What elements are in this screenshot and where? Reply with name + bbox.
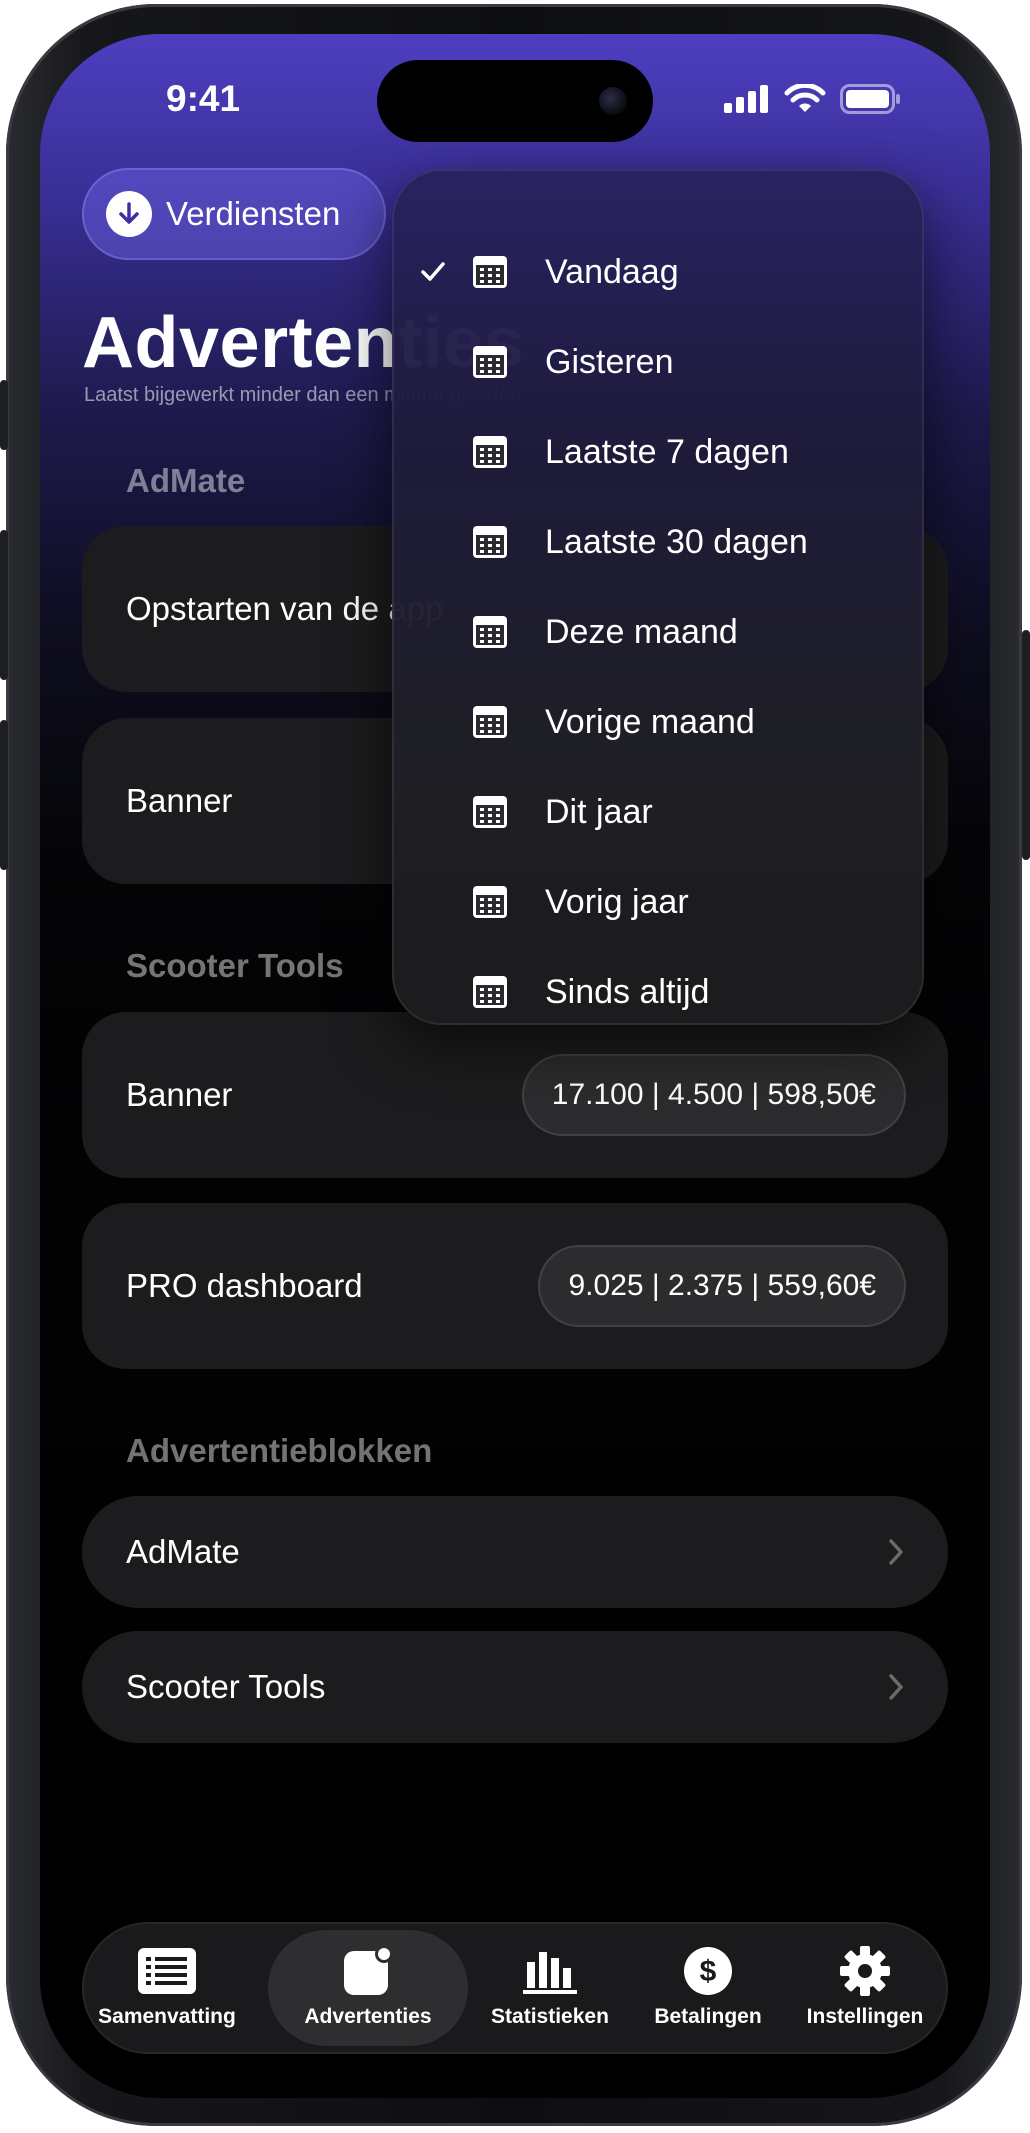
date-range-menu: Vandaag Gisteren Laatste 7 dagen Laatste… xyxy=(392,169,924,1025)
gear-icon xyxy=(839,1946,891,1996)
menu-item-yesterday[interactable]: Gisteren xyxy=(392,317,924,407)
calendar-icon xyxy=(473,706,507,738)
tab-label: Advertenties xyxy=(304,2005,432,2028)
ad-block-label: Scooter Tools xyxy=(126,1668,326,1705)
ad-block-row[interactable]: Scooter Tools xyxy=(82,1631,948,1743)
menu-item-last-30-days[interactable]: Laatste 30 dagen xyxy=(392,497,924,587)
calendar-icon xyxy=(473,526,507,558)
cellular-signal-icon xyxy=(724,85,768,113)
bar-chart-icon xyxy=(523,1947,577,1995)
menu-item-label: Laatste 7 dagen xyxy=(545,432,789,471)
tab-advertisements[interactable]: Advertenties xyxy=(268,1930,468,2046)
tab-statistics[interactable]: Statistieken xyxy=(480,1922,620,2054)
tab-settings[interactable]: Instellingen xyxy=(790,1922,940,2054)
tab-label: Betalingen xyxy=(654,2005,762,2028)
calendar-icon xyxy=(473,436,507,468)
download-arrow-icon xyxy=(106,191,152,237)
tab-payments[interactable]: $ Betalingen xyxy=(638,1922,778,2054)
menu-item-last-7-days[interactable]: Laatste 7 dagen xyxy=(392,407,924,497)
menu-item-this-month[interactable]: Deze maand xyxy=(392,587,924,677)
menu-item-label: Vorig jaar xyxy=(545,882,689,921)
ad-badge-icon xyxy=(342,1945,394,1995)
ad-stats-pill: 17.100 | 4.500 | 598,50€ xyxy=(521,1054,906,1136)
calendar-icon xyxy=(473,616,507,648)
section-header-admate: AdMate xyxy=(126,462,246,499)
calendar-icon xyxy=(473,346,507,378)
earnings-button[interactable]: Verdiensten xyxy=(82,168,386,260)
earnings-button-label: Verdiensten xyxy=(166,195,341,232)
menu-item-label: Sinds altijd xyxy=(545,972,710,1011)
calendar-icon xyxy=(473,256,507,288)
dynamic-island xyxy=(377,60,653,142)
volume-up-button xyxy=(0,530,8,680)
tab-bar: Samenvatting Advertenties Statistieken $… xyxy=(82,1922,948,2054)
status-time: 9:41 xyxy=(166,78,241,119)
menu-item-label: Dit jaar xyxy=(545,792,653,831)
menu-item-previous-month[interactable]: Vorige maand xyxy=(392,677,924,767)
power-button xyxy=(1022,630,1030,860)
menu-item-label: Laatste 30 dagen xyxy=(545,522,808,561)
front-camera xyxy=(599,87,627,115)
menu-item-label: Vorige maand xyxy=(545,702,755,741)
calendar-icon xyxy=(473,976,507,1008)
dollar-circle-icon: $ xyxy=(683,1947,733,1995)
menu-item-label: Vandaag xyxy=(545,252,679,291)
volume-down-button xyxy=(0,720,8,870)
calendar-icon xyxy=(473,796,507,828)
status-icons xyxy=(724,84,902,114)
ad-block-row[interactable]: AdMate xyxy=(82,1496,948,1608)
chevron-right-icon xyxy=(889,1539,903,1565)
action-button xyxy=(0,380,8,450)
battery-icon xyxy=(840,84,900,114)
app-screen: 9:41 Verdiensten Advertenties Laatst bij… xyxy=(40,34,990,2098)
checkmark-icon xyxy=(418,257,448,287)
menu-item-all-time[interactable]: Sinds altijd xyxy=(392,947,924,1037)
ad-unit-label: Banner xyxy=(126,782,233,819)
wifi-icon xyxy=(784,84,826,112)
menu-item-today[interactable]: Vandaag xyxy=(392,227,924,317)
tab-label: Samenvatting xyxy=(98,2005,236,2028)
tab-label: Statistieken xyxy=(491,2005,609,2028)
svg-text:$: $ xyxy=(700,1955,717,1988)
tab-summary[interactable]: Samenvatting xyxy=(92,1922,242,2054)
section-header-ad-blocks: Advertentieblokken xyxy=(126,1432,433,1469)
ad-unit-label: PRO dashboard xyxy=(126,1267,363,1304)
ad-unit-card[interactable]: PRO dashboard 9.025 | 2.375 | 559,60€ xyxy=(82,1203,948,1369)
ad-stats-pill: 9.025 | 2.375 | 559,60€ xyxy=(538,1245,906,1327)
ad-block-label: AdMate xyxy=(126,1533,240,1570)
menu-item-previous-year[interactable]: Vorig jaar xyxy=(392,857,924,947)
menu-item-label: Deze maand xyxy=(545,612,738,651)
ad-unit-label: Banner xyxy=(126,1076,233,1113)
tab-label: Instellingen xyxy=(806,2005,924,2028)
menu-item-this-year[interactable]: Dit jaar xyxy=(392,767,924,857)
menu-item-label: Gisteren xyxy=(545,342,674,381)
list-icon xyxy=(137,1947,197,1995)
chevron-right-icon xyxy=(889,1674,903,1700)
calendar-icon xyxy=(473,886,507,918)
section-header-scooter-tools: Scooter Tools xyxy=(126,947,344,984)
